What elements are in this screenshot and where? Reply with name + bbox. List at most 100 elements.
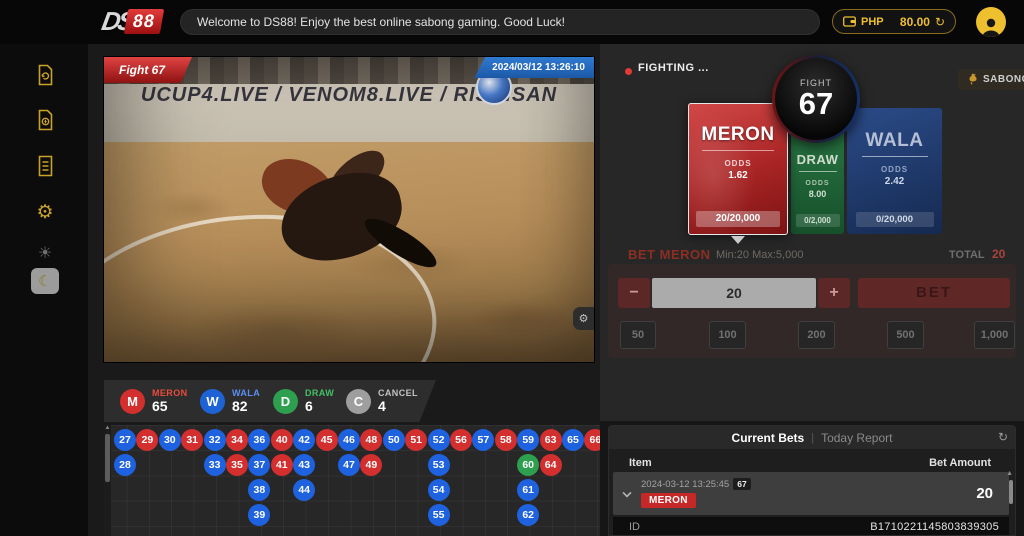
draw-stat-count: 6 [305, 398, 334, 414]
history-result-41: 41 [271, 454, 293, 476]
cancel-stat-label: CANCEL [378, 388, 418, 398]
user-avatar[interactable] [976, 7, 1006, 37]
history-result-33: 33 [204, 454, 226, 476]
scroll-up-icon[interactable]: ▲ [104, 425, 111, 431]
bet-side-label: BET MERON [628, 247, 711, 262]
history-result-56: 56 [450, 429, 472, 451]
history-result-30: 30 [159, 429, 181, 451]
meron-bet-card[interactable]: MERON ODDS 1.62 20/20,000 [688, 103, 788, 235]
wala-stat-label: WALA [232, 388, 260, 398]
cancel-stat: C CANCEL 4 [346, 388, 418, 414]
live-video-player[interactable]: UCUP4.LIVE / VENOM8.LIVE / RISKISAN Figh… [104, 57, 594, 362]
ds88-app: DS 88 Welcome to DS88! Enjoy the best on… [0, 0, 1024, 536]
bet-timestamp: 2024-03-12 13:25:45 67 [641, 478, 751, 490]
theme-light-toggle[interactable]: ☀ [33, 242, 57, 266]
bet-limits-label: Min:20 Max:5,000 [716, 249, 803, 261]
scrollbar-thumb[interactable] [105, 434, 110, 482]
history-result-38: 38 [248, 479, 270, 501]
bet-button[interactable]: BET [858, 278, 1010, 308]
quick-amount-200[interactable]: 200 [798, 321, 835, 349]
sidebar-item-settings[interactable]: ⚙ [33, 200, 57, 224]
sidebar-item-deposit[interactable] [33, 63, 57, 87]
decrease-amount-button[interactable]: − [618, 278, 650, 308]
theme-dark-toggle[interactable]: ☾ [31, 268, 59, 294]
results-summary-bar: M MERON 65 W WALA 82 D DRAW 6 C CANCEL [104, 380, 436, 422]
meron-pool-total: 20/20,000 [696, 211, 780, 227]
wala-card-divider [862, 156, 928, 157]
history-result-31: 31 [181, 429, 203, 451]
current-bet-row[interactable]: 2024-03-12 13:25:45 67 MERON 20 [613, 472, 1009, 515]
wala-stat-count: 82 [232, 398, 260, 414]
refresh-balance-icon[interactable]: ↻ [935, 16, 945, 28]
file-arrow-icon [35, 64, 56, 86]
sidebar-item-records[interactable] [33, 154, 57, 178]
bet-id-row: ID B1710221145803839305 [613, 517, 1009, 536]
ds88-logo[interactable]: DS 88 [102, 6, 162, 37]
bet-fight-number-badge: 67 [733, 478, 750, 490]
top-bar: DS 88 Welcome to DS88! Enjoy the best on… [0, 0, 1024, 44]
fight-number-badge: Fight 67 [104, 57, 192, 83]
history-result-27: 27 [114, 429, 136, 451]
draw-pool-total: 0/2,000 [796, 214, 840, 227]
history-result-65: 65 [562, 429, 584, 451]
bets-scrollbar-thumb[interactable] [1009, 480, 1013, 504]
history-result-50: 50 [383, 429, 405, 451]
balance-value: 80.00 [900, 15, 930, 29]
wala-odds-value: 2.42 [847, 176, 942, 187]
gear-icon: ⚙ [36, 203, 53, 222]
currency-label: PHP [861, 16, 884, 28]
quick-amount-1000[interactable]: 1,000 [974, 321, 1015, 349]
chevron-down-icon[interactable] [622, 488, 631, 497]
meron-stat: M MERON 65 [120, 388, 188, 414]
welcome-marquee: Welcome to DS88! Enjoy the best online s… [180, 9, 820, 35]
history-result-40: 40 [271, 429, 293, 451]
bets-header: Current Bets | Today Report ↻ [609, 426, 1015, 449]
history-result-61: 61 [517, 479, 539, 501]
history-result-43: 43 [293, 454, 315, 476]
video-settings-tab[interactable]: ⚙ [573, 307, 594, 330]
wala-odds-label: ODDS [847, 165, 942, 174]
history-result-42: 42 [293, 429, 315, 451]
provider-badge[interactable]: SABONG [958, 69, 1024, 90]
history-result-57: 57 [472, 429, 494, 451]
sidebar-item-withdraw[interactable] [33, 108, 57, 132]
meron-circle: M [120, 389, 145, 414]
bet-id-value: B1710221145803839305 [870, 521, 999, 533]
tab-current-bets[interactable]: Current Bets [732, 431, 805, 445]
history-result-58: 58 [495, 429, 517, 451]
rooster-icon [966, 73, 979, 86]
tab-today-report[interactable]: Today Report [821, 431, 892, 445]
bet-side-badge: MERON [641, 493, 696, 508]
column-header-item: Item [629, 457, 652, 469]
quick-amount-50[interactable]: 50 [620, 321, 656, 349]
bet-amount-input[interactable]: 20 [652, 278, 816, 308]
history-result-48: 48 [360, 429, 382, 451]
history-grid: ▲ 27282930313233343536373839404142434445… [104, 425, 600, 536]
provider-label: SABONG [983, 74, 1024, 85]
moon-icon: ☾ [38, 274, 51, 289]
meron-stat-label: MERON [152, 388, 188, 398]
history-result-47: 47 [338, 454, 360, 476]
history-result-59: 59 [517, 429, 539, 451]
bets-scroll-up-icon[interactable]: ▲ [1006, 470, 1013, 477]
increase-amount-button[interactable]: + [818, 278, 850, 308]
video-timestamp-badge: 2024/03/12 13:26:10 [474, 57, 594, 78]
wala-bet-card[interactable]: WALA ODDS 2.42 0/20,000 [847, 108, 942, 234]
quick-amount-500[interactable]: 500 [887, 321, 924, 349]
history-scrollbar[interactable]: ▲ [104, 425, 111, 536]
balance-pill[interactable]: PHP 80.00 ↻ [832, 9, 956, 34]
meron-odds-value: 1.62 [689, 170, 787, 181]
column-header-bet-amount: Bet Amount [929, 457, 991, 469]
live-status-dot [625, 68, 632, 75]
quick-amount-100[interactable]: 100 [709, 321, 746, 349]
left-sidebar: ⚙ ☀ ☾ [0, 44, 88, 536]
video-vignette [104, 57, 594, 362]
refresh-bets-icon[interactable]: ↻ [998, 430, 1008, 444]
selected-card-pointer [731, 236, 745, 244]
fight-number-circle: FIGHT 67 [772, 55, 860, 143]
file-list-icon [35, 155, 56, 177]
history-result-45: 45 [316, 429, 338, 451]
history-result-36: 36 [248, 429, 270, 451]
history-result-49: 49 [360, 454, 382, 476]
cancel-stat-count: 4 [378, 398, 418, 414]
